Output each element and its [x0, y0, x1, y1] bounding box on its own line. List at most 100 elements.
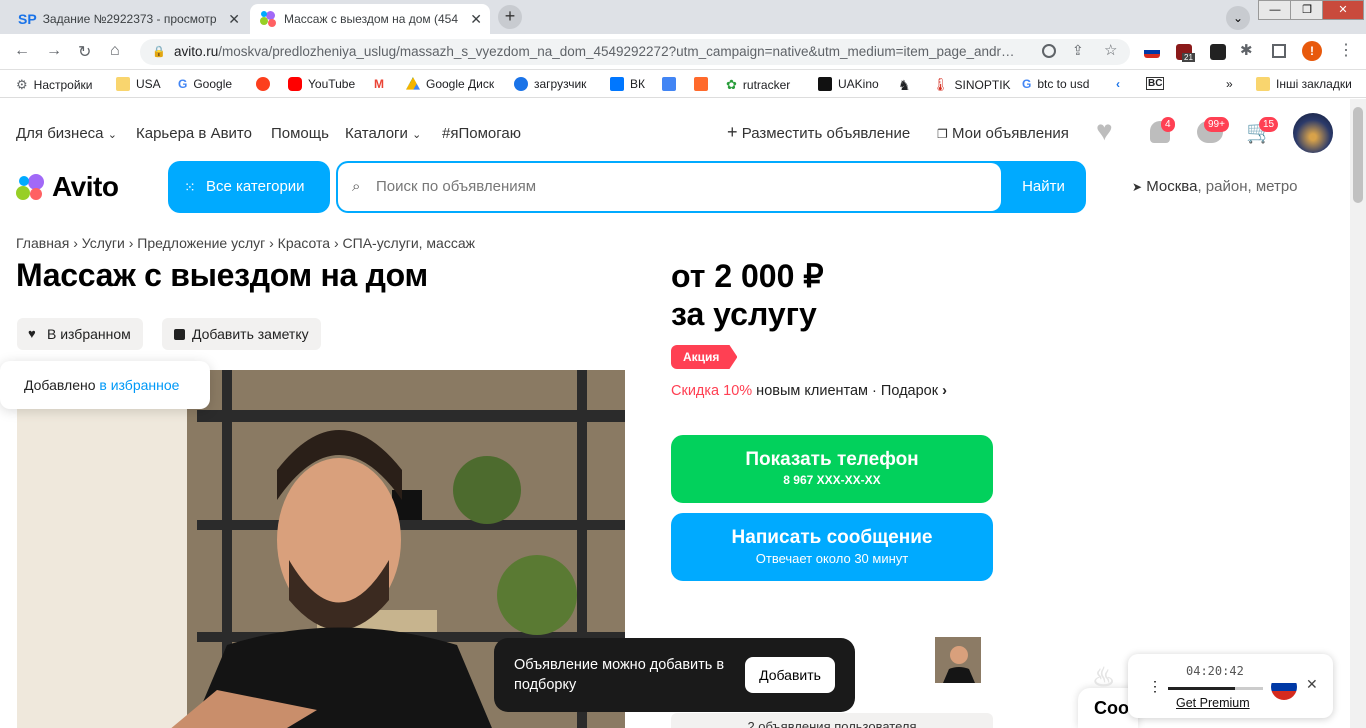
tab-search-icon[interactable]: ⌄ [1226, 6, 1250, 30]
price-value: от 2 000 ₽ [671, 258, 824, 294]
get-premium-link[interactable]: Get Premium [1176, 696, 1250, 710]
note-icon [174, 329, 185, 340]
favorite-chip[interactable]: ♥ В избранном [17, 318, 143, 350]
plus-icon: + [727, 122, 738, 142]
extensions-puzzle-icon[interactable]: ✱ [1240, 41, 1253, 59]
uakino-icon [818, 77, 832, 91]
bookmark-star-icon[interactable]: ☆ [1104, 41, 1117, 59]
nav-ihelp[interactable]: #яПомогаю [442, 125, 521, 142]
browser-tab-task[interactable]: SP Задание №2922373 - просмотр ✕ [8, 4, 248, 34]
search-icon: ⌕ [352, 178, 361, 195]
bookmark-gmail[interactable]: M [374, 77, 384, 91]
bookmark-rutracker[interactable]: ✿ rutracker [726, 77, 790, 93]
add-note-chip[interactable]: Добавить заметку [162, 318, 321, 350]
discount-line[interactable]: Скидка 10% новым клиентам · Подарок › [671, 383, 947, 399]
bookmark-google[interactable]: G Google [178, 77, 232, 91]
menu-kebab-icon[interactable]: ⋮ [1338, 40, 1354, 60]
breadcrumb-item[interactable]: Предложение услуг [137, 235, 265, 251]
gmail-icon: M [374, 77, 384, 91]
post-ad-link[interactable]: + Разместить объявление [727, 122, 911, 142]
russian-flag-icon[interactable] [1144, 46, 1160, 58]
bookmark-usa[interactable]: USA [116, 77, 161, 91]
minimize-window-button[interactable]: — [1258, 0, 1292, 20]
avito-logo[interactable]: Avito [16, 171, 119, 203]
bookmark-btc[interactable]: Gbtc to usd [1022, 77, 1089, 91]
bookmark-translate[interactable] [662, 77, 676, 91]
profile-alert-icon[interactable]: ! [1302, 41, 1322, 61]
bookmark-chess[interactable]: ♞ [898, 77, 911, 94]
page-scrollbar[interactable] [1350, 99, 1366, 728]
nav-label: Каталоги [345, 125, 408, 142]
folder-icon [116, 77, 130, 91]
thermometer-icon: 🌡 [932, 77, 949, 92]
breadcrumb-item[interactable]: Главная [16, 235, 69, 251]
nav-help[interactable]: Помощь [271, 125, 329, 142]
gear-icon: ⚙ [16, 77, 28, 92]
browser-tab-avito[interactable]: Массаж с выездом на дом (454 ✕ [250, 4, 490, 34]
breadcrumb-item[interactable]: Услуги [82, 235, 125, 251]
bookmark-uakino[interactable]: UAKino [818, 77, 879, 91]
bookmarks-overflow-icon[interactable]: » [1226, 77, 1233, 91]
bookmark-downloader[interactable]: загрузчик [514, 77, 586, 91]
bookmark-label: Google Диск [426, 77, 495, 91]
close-tab-icon[interactable]: ✕ [228, 11, 240, 28]
bookmark-yandex[interactable] [256, 77, 270, 91]
scrollbar-thumb[interactable] [1353, 107, 1363, 203]
close-tab-icon[interactable]: ✕ [470, 11, 482, 28]
write-message-button[interactable]: Написать сообщение Отвечает около 30 мин… [671, 513, 993, 581]
search-input[interactable]: ⌕ Поиск по объявлениям [338, 163, 1001, 211]
breadcrumb-separator-icon: › [128, 235, 138, 251]
nav-catalogs[interactable]: Каталоги ⌄ [345, 125, 421, 142]
user-avatar[interactable] [1293, 113, 1333, 153]
bookmark-youtube[interactable]: YouTube [288, 77, 355, 91]
show-phone-button[interactable]: Показать телефон 8 967 XXX-XX-XX [671, 435, 993, 503]
location-selector[interactable]: ➤ Москва, район, метро [1132, 178, 1298, 195]
maximize-window-button[interactable]: ❐ [1290, 0, 1324, 20]
breadcrumb-separator-icon: › [269, 235, 278, 251]
bookmark-other[interactable]: Інші закладки [1256, 77, 1352, 91]
url-path: /moskva/predlozheniya_uslug/massazh_s_vy… [218, 44, 1015, 59]
chess-knight-icon: ♞ [898, 77, 911, 93]
back-icon[interactable]: ← [14, 42, 30, 60]
all-categories-button[interactable]: ⁙ Все категории [168, 161, 330, 213]
bookmark-arrow[interactable]: ‹ [1116, 77, 1120, 91]
favorites-heart-icon[interactable]: ♥ [1096, 117, 1113, 145]
close-window-button[interactable]: ✕ [1322, 0, 1364, 20]
bookmark-settings[interactable]: ⚙ Настройки [16, 77, 93, 93]
forward-icon[interactable]: → [46, 42, 62, 60]
f-logo-icon [694, 77, 708, 91]
toast-favorites-link[interactable]: в избранное [99, 377, 179, 393]
new-tab-button[interactable]: + [498, 5, 522, 29]
breadcrumb-item[interactable]: СПА-услуги, массаж [343, 235, 475, 251]
widget-menu-icon[interactable]: ⋮ [1148, 678, 1162, 695]
home-icon[interactable]: ⌂ [110, 42, 120, 60]
nav-career[interactable]: Карьера в Авито [136, 125, 252, 142]
side-panel-icon[interactable] [1272, 44, 1286, 58]
close-icon[interactable]: ✕ [1306, 676, 1318, 693]
extension-arrow-icon[interactable] [1210, 44, 1226, 60]
russia-flag-icon[interactable] [1271, 674, 1297, 700]
bookmark-google-drive[interactable]: Google Диск [406, 77, 494, 91]
bookmark-bc[interactable]: BC [1146, 77, 1165, 90]
bookmark-label: btc to usd [1037, 77, 1090, 91]
seller-avatar[interactable] [935, 637, 981, 683]
search-button[interactable]: Найти [1001, 161, 1086, 213]
bookmark-label: загрузчик [534, 77, 587, 91]
folder-icon [1256, 77, 1270, 91]
nav-business[interactable]: Для бизнеса ⌄ [16, 125, 117, 142]
bookmark-f[interactable] [694, 77, 708, 91]
share-icon[interactable]: ⇪ [1072, 42, 1084, 59]
reload-icon[interactable]: ↻ [78, 42, 91, 62]
popup-add-button[interactable]: Добавить [745, 657, 835, 693]
bookmark-vk[interactable]: ВК [610, 77, 645, 91]
url-host: avito.ru [174, 44, 219, 59]
seller-ads-link[interactable]: 2 объявления пользователя [671, 713, 993, 728]
discount-value: Скидка 10% [671, 383, 753, 399]
bookmark-sinoptik[interactable]: 🌡 SINOPTIK [932, 77, 1011, 93]
post-ad-label: Разместить объявление [741, 125, 911, 142]
breadcrumb-item[interactable]: Красота [278, 235, 330, 251]
page-title: Массаж с выездом на дом [16, 257, 428, 293]
blocked-popup-icon[interactable] [1042, 44, 1056, 58]
url-field[interactable]: 🔒 avito.ru/moskva/predlozheniya_uslug/ma… [140, 39, 1130, 65]
my-ads-link[interactable]: ❐ Мои объявления [937, 125, 1069, 142]
